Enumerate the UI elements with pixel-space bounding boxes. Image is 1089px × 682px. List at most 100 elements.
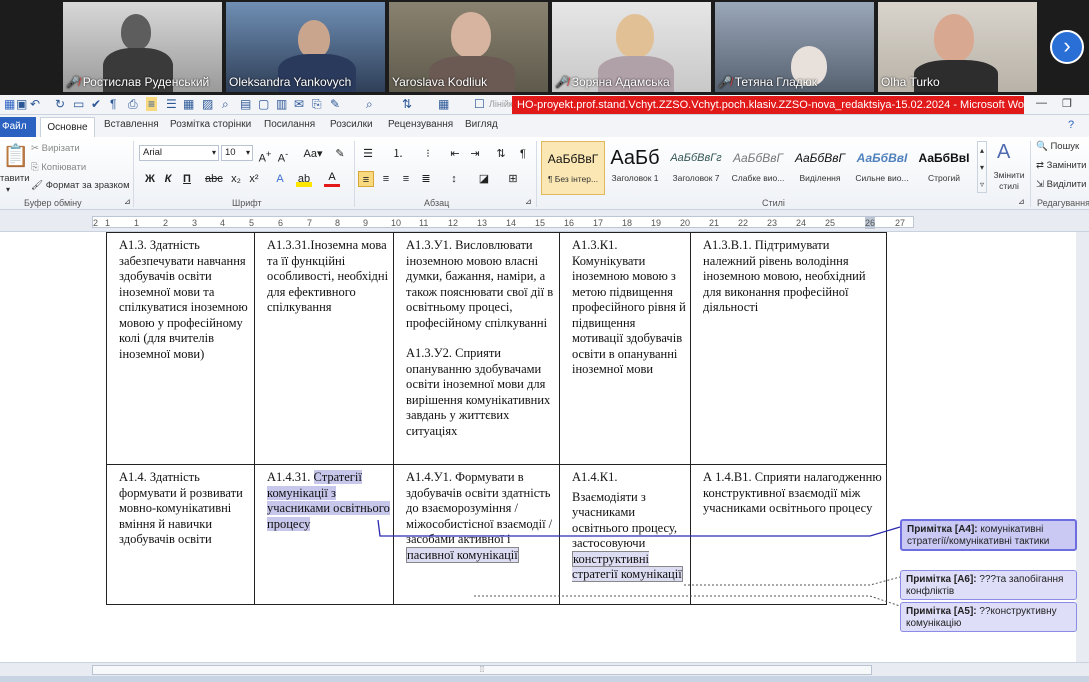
table-cell[interactable]: А1.3. Здатність забезпечувати навчання з… [106,232,255,465]
numbering-icon[interactable]: ⒈ [390,146,406,162]
shading-icon[interactable]: ◪ [476,171,492,187]
line-spacing-icon[interactable]: ↕ [446,171,462,187]
dialog-launcher-icon[interactable]: ⊿ [525,197,532,206]
dialog-launcher-icon[interactable]: ⊿ [1018,197,1025,206]
style-intense-emphasis[interactable]: АаБбВвІ Сильне вио... [851,141,913,195]
change-styles-button[interactable]: Змінити стилі [990,170,1028,192]
shrink-font-icon[interactable]: A- [275,146,291,165]
select-button[interactable]: ⇲ Виділити [1036,179,1086,190]
comment-balloon[interactable]: Примітка [A5]: ??конструктивну комунікац… [900,602,1077,632]
decrease-indent-icon[interactable]: ⇤ [447,146,463,162]
help-icon[interactable]: ? [1068,119,1074,131]
paste-button[interactable]: тавити [0,173,30,184]
participant-tile[interactable]: Oleksandra Yankovych [226,2,385,92]
participant-tile[interactable]: 🎤̸ Зоряна Адамська [552,2,711,92]
participant-tile[interactable]: Olha Turko [878,2,1037,92]
list-icon[interactable]: ☰ [166,97,177,111]
align-right-icon[interactable]: ≡ [398,171,414,187]
table-cell[interactable]: А1.3.31.Іноземна мова та її функційні ос… [254,232,394,465]
style-subtle-emphasis[interactable]: АаБбВвГ Слабке вио... [727,141,789,195]
change-case-icon[interactable]: Aa▾ [302,146,324,162]
pilcrow-icon[interactable]: ¶ [515,146,531,162]
tab-file[interactable]: Файл [0,117,36,137]
table-cell[interactable]: А1.4.У1. Формувати в здобувачів освіти з… [393,464,560,605]
paste-dropdown-icon[interactable]: ▾ [6,185,10,194]
horizontal-scrollbar[interactable]: ⁞⁞ [0,662,1089,676]
align-left-icon[interactable]: ≡ [358,171,374,187]
multilevel-list-icon[interactable]: ⁝ [420,146,436,162]
find-button[interactable]: 🔍 Пошук [1036,141,1079,152]
tab-insert[interactable]: Вставлення [104,119,159,130]
minimize-icon[interactable]: — [1036,97,1047,109]
tab-mailings[interactable]: Розсилки [330,119,373,130]
bullets-icon[interactable]: ☰ [360,146,376,162]
superscript-icon[interactable]: x² [246,171,262,187]
grow-font-icon[interactable]: A+ [257,146,273,165]
page-icon[interactable]: ▤ [240,97,251,111]
participant-tile[interactable]: Yaroslava Kodliuk [389,2,548,92]
format-painter-button[interactable]: 🖌 Формат за зразком [31,180,130,191]
draw-table-icon[interactable]: ▦ [438,97,449,111]
bold-button[interactable]: Ж [142,171,158,187]
track-icon[interactable]: ✎ [330,97,340,111]
commented-text[interactable]: пасивної комунікації [406,546,519,563]
replace-button[interactable]: ⇄ Замінити [1036,160,1086,171]
checkbox-icon[interactable]: ☐ [474,97,485,111]
table-cell[interactable]: А 1.4.В1. Сприяти налагодженню конструкт… [690,464,887,605]
picture-icon[interactable]: ▨ [202,97,213,111]
sort-icon[interactable]: ⇅ [402,97,412,111]
style-strong[interactable]: АаБбВвІ Строгий [913,141,975,195]
style-emphasis[interactable]: АаБбВвГ Виділення [789,141,851,195]
font-family-select[interactable]: Arial ▾ [139,145,219,161]
clear-format-icon[interactable]: ✎ [332,146,348,162]
font-size-select[interactable]: 10 ▾ [221,145,253,161]
underline-button[interactable]: П [179,171,195,187]
increase-indent-icon[interactable]: ⇥ [467,146,483,162]
print-preview-icon[interactable]: ⎘ [312,97,322,112]
borders-icon[interactable]: ⊞ [505,171,521,187]
align-center-icon[interactable]: ≡ [378,171,394,187]
zoom-icon[interactable]: ⌕ [222,97,229,112]
comment-balloon[interactable]: Примітка [A4]: комунікативні стратегії/к… [900,519,1077,551]
change-styles-icon[interactable]: A [997,141,1010,164]
show-marks-icon[interactable]: ¶ [110,97,116,111]
redo-icon[interactable]: ↻ [55,97,65,111]
text-effects-icon[interactable]: A [272,171,288,187]
tab-references[interactable]: Посилання [264,119,315,130]
table-cell[interactable]: А1.4. Здатність формувати й розвивати мо… [106,464,255,605]
italic-button[interactable]: К [160,171,176,187]
style-heading-1[interactable]: АаБб Заголовок 1 [605,141,665,195]
commented-text[interactable]: конструктивні стратегії комунікації [572,550,683,582]
scrollbar-thumb[interactable]: ⁞⁞ [92,665,872,675]
horizontal-ruler[interactable]: 2 1 1 2 3 4 5 6 7 8 9 10 11 12 13 14 15 … [0,210,1089,232]
print-icon[interactable]: ⎙ [128,97,138,112]
table-cell[interactable]: А1.4.31. Стратегії комунікації з учасник… [254,464,394,605]
table-cell[interactable]: А1.4.К1. Взаємодіяти з учасниками освітнь… [559,464,691,605]
table-cell[interactable]: А1.3.В.1. Підтримувати належний рівень в… [690,232,887,465]
table-icon[interactable]: ▦ [183,97,194,111]
spell-icon[interactable]: ✔ [91,97,101,111]
sort-icon[interactable]: ⇅ [493,146,509,162]
participant-tile[interactable]: 🎤̸ Ростислав Руденський [63,2,222,92]
tab-home[interactable]: Основне [40,117,95,139]
dialog-launcher-icon[interactable]: ⊿ [124,197,131,206]
columns-icon[interactable]: ▥ [276,97,287,111]
tab-page-layout[interactable]: Розмітка сторінки [170,119,251,130]
tab-view[interactable]: Вигляд [465,119,498,130]
highlight-icon[interactable]: ab [296,171,312,187]
tab-review[interactable]: Рецензування [388,119,453,130]
save-icon[interactable]: ▣ [16,97,27,111]
find-icon[interactable]: ⌕ [366,97,373,112]
justify-icon[interactable]: ≣ [418,171,434,187]
participant-tile[interactable]: 🎤̸ Тетяна Гладюк [715,2,874,92]
table-cell[interactable]: А1.3.У1. Висловлювати іноземною мовою вл… [393,232,560,465]
cut-button[interactable]: ✂ Вирізати [31,143,80,154]
email-icon[interactable]: ✉ [294,97,304,111]
paste-icon[interactable]: 📋 [2,143,29,169]
preview-icon[interactable]: ▢ [258,97,269,111]
font-color-icon[interactable]: A [324,171,340,187]
styles-scroll-icon[interactable]: ▴ ▾ ▿ [977,141,987,193]
table-cell[interactable]: А1.3.К1. Комунікувати іноземною мовою з … [559,232,691,465]
comment-balloon[interactable]: Примітка [A6]: ???та запобігання конфлік… [900,570,1077,600]
undo-icon[interactable]: ↶ [30,97,40,111]
